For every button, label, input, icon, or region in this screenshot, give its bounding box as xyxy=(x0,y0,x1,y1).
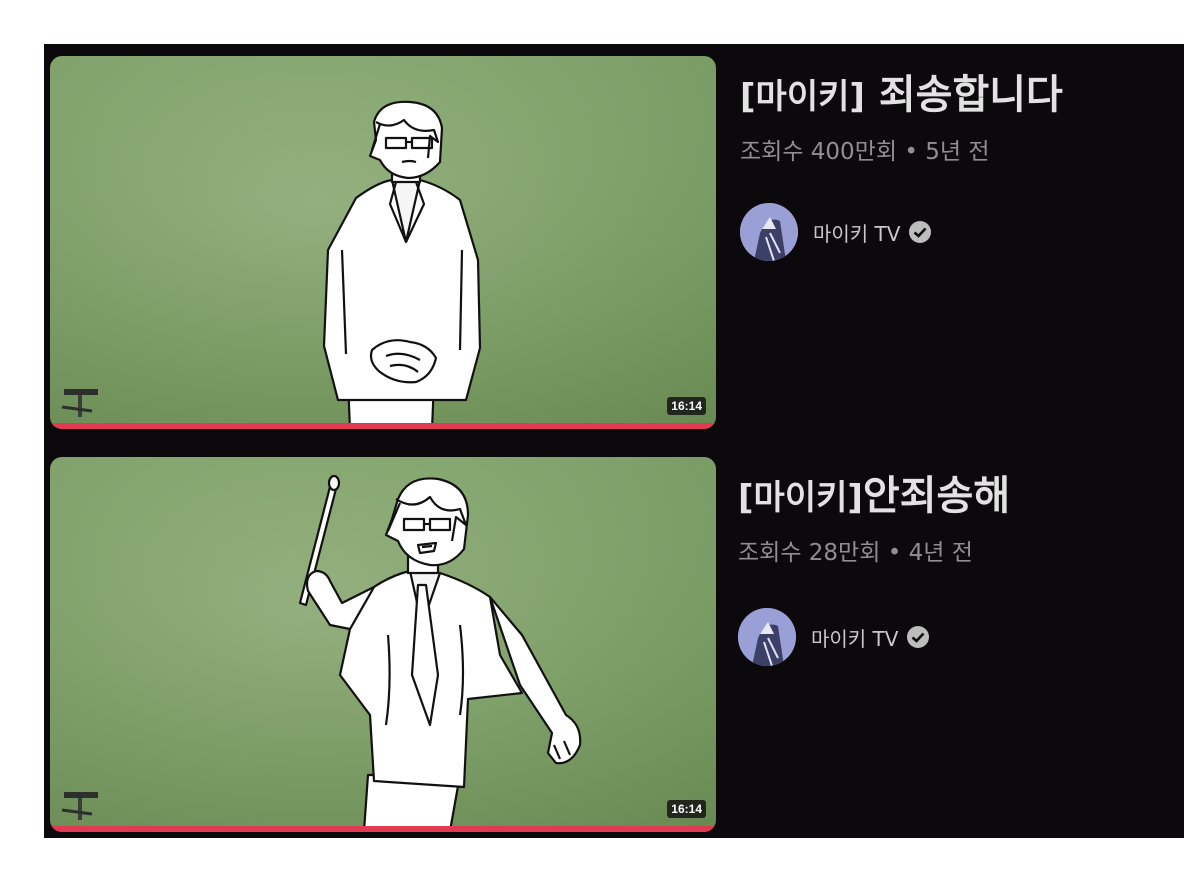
angry-person-with-stick-illustration xyxy=(298,475,582,832)
channel-info[interactable]: 마이키 TV xyxy=(740,202,1170,262)
search-results-panel: 16:14 [마이키] 죄송합니다 조회수 400만회 • 5년 전 마이키 T… xyxy=(44,44,1184,838)
avatar-image xyxy=(738,608,796,666)
channel-avatar[interactable] xyxy=(738,608,796,666)
watch-progress-fill xyxy=(50,826,716,832)
meta-separator: • xyxy=(880,540,909,566)
channel-name[interactable]: 마이키 TV xyxy=(813,218,900,247)
view-count: 조회수 400만회 xyxy=(740,139,898,165)
video-thumbnail[interactable]: 16:14 xyxy=(50,457,716,832)
video-details: [마이키] 죄송합니다 조회수 400만회 • 5년 전 마이키 TV xyxy=(740,68,1170,262)
video-thumbnail[interactable]: 16:14 xyxy=(50,56,716,429)
title-text: 안죄송해 xyxy=(862,473,1011,519)
channel-name[interactable]: 마이키 TV xyxy=(811,623,898,652)
standing-person-illustration xyxy=(322,100,482,429)
video-meta: 조회수 400만회 • 5년 전 xyxy=(740,132,1170,166)
video-meta: 조회수 28만회 • 4년 전 xyxy=(738,533,1168,567)
video-title[interactable]: [마이키]안죄송해 xyxy=(738,469,1168,525)
watch-progress-bar xyxy=(50,826,716,832)
video-result-1[interactable]: 16:14 [마이키] 죄송합니다 조회수 400만회 • 5년 전 마이키 T… xyxy=(44,56,1184,431)
verified-check-icon xyxy=(907,626,930,648)
channel-info[interactable]: 마이키 TV xyxy=(738,607,1168,667)
avatar-image xyxy=(740,203,798,261)
video-title[interactable]: [마이키] 죄송합니다 xyxy=(740,68,1170,124)
tripod-illustration xyxy=(61,389,98,417)
video-result-2[interactable]: 16:14 [마이키]안죄송해 조회수 28만회 • 4년 전 마이키 TV xyxy=(44,457,1184,835)
upload-age: 4년 전 xyxy=(908,540,973,566)
watch-progress-fill xyxy=(50,423,716,429)
duration-badge: 16:14 xyxy=(667,800,706,818)
title-text: 죄송합니다 xyxy=(864,72,1063,118)
title-bracket: [마이키] xyxy=(740,77,865,117)
verified-check-icon xyxy=(909,221,932,243)
duration-badge: 16:14 xyxy=(667,397,706,415)
meta-separator: • xyxy=(897,139,926,165)
channel-avatar[interactable] xyxy=(740,203,798,261)
title-bracket: [마이키] xyxy=(738,478,863,518)
view-count: 조회수 28만회 xyxy=(738,540,881,566)
tripod-illustration xyxy=(61,792,98,820)
watch-progress-bar xyxy=(50,423,716,429)
video-details: [마이키]안죄송해 조회수 28만회 • 4년 전 마이키 TV xyxy=(738,469,1168,667)
upload-age: 5년 전 xyxy=(925,139,990,165)
